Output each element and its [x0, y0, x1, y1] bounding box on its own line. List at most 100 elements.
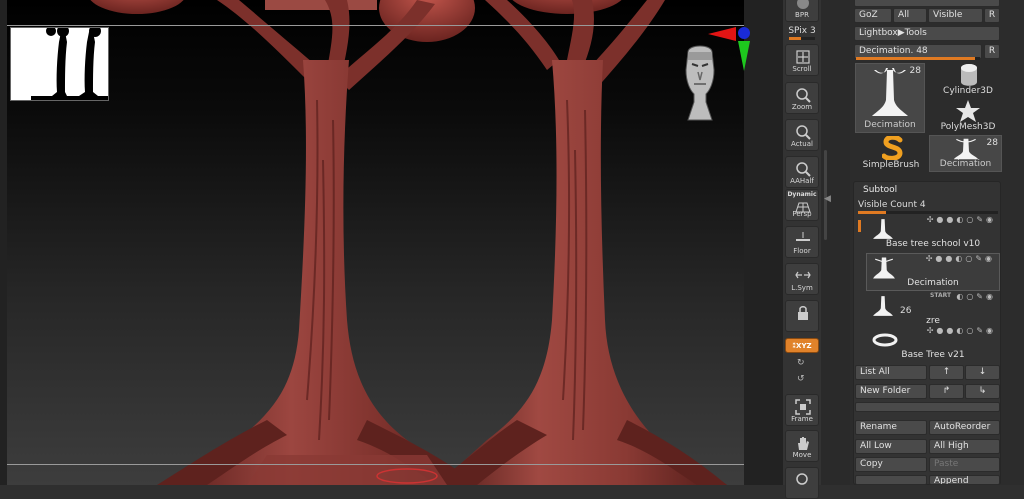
rotate-y-icon[interactable]: ↻ — [797, 358, 805, 368]
subtool-toggles-icon[interactable]: ✣●●◐○✎◉ — [926, 254, 995, 263]
list-all-button[interactable]: List All — [855, 365, 927, 380]
zoom-icon — [796, 88, 811, 103]
document-top-border — [7, 25, 744, 26]
zoom-button[interactable]: Zoom — [785, 82, 819, 114]
folder-move-down-button[interactable]: ↳ — [965, 384, 1000, 399]
all-low-button[interactable]: All Low — [855, 439, 927, 454]
tool-tile-simplebrush[interactable]: SimpleBrush — [854, 135, 928, 173]
scale-button[interactable] — [785, 467, 819, 499]
right-shelf: BPR SPix 3 Scroll Zoom Actual AAHalf Dyn… — [783, 0, 821, 499]
all-high-button[interactable]: All High — [929, 439, 1000, 454]
frame-button[interactable]: Frame — [785, 394, 819, 426]
paste-button[interactable]: Paste — [929, 457, 1000, 472]
aahalf-label: AAHalf — [790, 177, 814, 185]
cylinder3d-label: Cylinder3D — [943, 86, 993, 96]
tool-tile-small-count: 28 — [986, 138, 998, 148]
simplebrush-s-icon — [882, 136, 903, 160]
spix-label[interactable]: SPix 3 — [785, 26, 819, 36]
new-folder-button[interactable]: New Folder — [855, 384, 927, 399]
lsym-label: L.Sym — [791, 284, 813, 292]
cylinder-icon — [961, 64, 977, 86]
tool-tile-decimation-small[interactable]: 28 Decimation — [929, 135, 1002, 172]
goz-button[interactable]: GoZ — [854, 8, 892, 23]
subtool-scroll-indicator[interactable] — [858, 220, 861, 232]
subtool-name: Base tree school v10 — [885, 239, 981, 249]
panel-gutter: ◀ — [821, 0, 850, 485]
auto-reorder-button[interactable]: AutoReorder — [929, 420, 1000, 435]
subtool-start-badge: START — [930, 292, 952, 299]
aahalf-icon — [796, 162, 811, 177]
document-bottom-border — [7, 464, 744, 465]
subtool-title[interactable]: Subtool — [863, 185, 897, 195]
visible-count-slider[interactable]: Visible Count 4 — [858, 200, 926, 210]
blank-row-button[interactable] — [855, 402, 1000, 412]
folder-move-up-button[interactable]: ↱ — [929, 384, 964, 399]
subtool-toggles-icon[interactable]: ✣●●◐○✎◉ — [927, 215, 996, 224]
scroll-button[interactable]: Scroll — [785, 44, 819, 76]
tool-tile-polymesh3d[interactable]: PolyMesh3D — [932, 100, 1004, 134]
visible-count-track[interactable] — [858, 211, 998, 214]
tree-model-scene[interactable] — [7, 0, 744, 485]
subtool-ring-icon — [872, 333, 898, 347]
tree-small-icon — [954, 138, 978, 160]
scroll-label: Scroll — [792, 65, 812, 73]
top-cut-button[interactable] — [854, 0, 1000, 7]
subtool-item[interactable]: ✣●●◐○✎◉ Base Tree v21 — [866, 326, 1000, 364]
append-button[interactable]: Append — [929, 475, 1000, 485]
bpr-button[interactable]: BPR — [785, 0, 819, 22]
frame-icon — [795, 399, 811, 415]
render-icon — [797, 0, 809, 9]
decimation-r-button[interactable]: R — [984, 44, 1000, 59]
navigator-thumbnail[interactable] — [10, 27, 109, 101]
tool-tile-decimation[interactable]: 28 Decimation — [855, 63, 925, 133]
xyz-symmetry-button[interactable]: ⁑XYZ — [785, 338, 819, 353]
subtool-tree-icon — [873, 219, 893, 239]
rotate-z-icon[interactable]: ↺ — [797, 374, 805, 384]
persp-button[interactable]: Dynamic Persp — [785, 189, 819, 221]
lightbox-tools-button[interactable]: Lightbox▶Tools — [854, 26, 1000, 41]
symmetry-icon — [795, 271, 811, 279]
canopy-center-block — [265, 0, 377, 10]
floor-label: Floor — [793, 247, 811, 255]
subtool-panel: Subtool Visible Count 4 ✣●●◐○✎◉ Base tre… — [853, 181, 1001, 485]
lsym-button[interactable]: L.Sym — [785, 263, 819, 295]
tool-tile-small-label: Decimation — [939, 159, 992, 169]
subtool-tree-icon — [873, 296, 893, 316]
xyz-label: ⁑XYZ — [792, 341, 812, 350]
rename-button[interactable]: Rename — [855, 420, 927, 435]
collapse-arrow-icon[interactable]: ◀ — [824, 194, 831, 204]
spix-slider[interactable] — [789, 37, 815, 40]
subtool-item-selected[interactable]: ✣●●◐○✎◉ Decimation — [866, 253, 1000, 291]
tool-tile-cylinder3d[interactable]: Cylinder3D — [932, 62, 1004, 98]
actual-size-icon — [796, 125, 811, 140]
zoom-label: Zoom — [791, 103, 813, 111]
arrow-down-icon: ↓ — [978, 367, 987, 377]
floor-button[interactable]: Floor — [785, 226, 819, 258]
goz-r-button[interactable]: R — [984, 8, 1000, 23]
move-label: Move — [792, 451, 812, 459]
floor-icon — [796, 232, 810, 241]
axis-gizmo-icon[interactable] — [706, 25, 754, 75]
right-tree-trunk — [437, 60, 727, 485]
copy-button[interactable]: Copy — [855, 457, 927, 472]
subtool-item[interactable]: ✣●●◐○✎◉ Base tree school v10 — [866, 215, 1000, 253]
decimation-slider-track[interactable] — [856, 57, 980, 60]
arrow-turn-up-icon: ↱ — [942, 386, 951, 396]
local-button[interactable] — [785, 300, 819, 332]
actual-button[interactable]: Actual — [785, 119, 819, 151]
aahalf-button[interactable]: AAHalf — [785, 156, 819, 188]
canvas-viewport[interactable] — [0, 0, 783, 485]
subtool-toggles-icon[interactable]: ◐○✎◉ — [956, 292, 996, 301]
move-button[interactable]: Move — [785, 430, 819, 462]
document-canvas[interactable] — [7, 0, 744, 485]
decimation-slider-label: Decimation. — [859, 46, 914, 56]
subtool-item[interactable]: START ◐○✎◉ 26 zre — [866, 292, 1000, 330]
subtool-name: Base Tree v21 — [901, 350, 965, 360]
canopy-right — [512, 0, 622, 14]
move-down-button[interactable]: ↓ — [965, 365, 1000, 380]
move-up-button[interactable]: ↑ — [929, 365, 964, 380]
subtool-toggles-icon[interactable]: ✣●●◐○✎◉ — [927, 326, 996, 335]
goz-all-button[interactable]: All — [893, 8, 927, 23]
blank-left-button[interactable] — [855, 475, 927, 485]
goz-visible-button[interactable]: Visible — [928, 8, 983, 23]
